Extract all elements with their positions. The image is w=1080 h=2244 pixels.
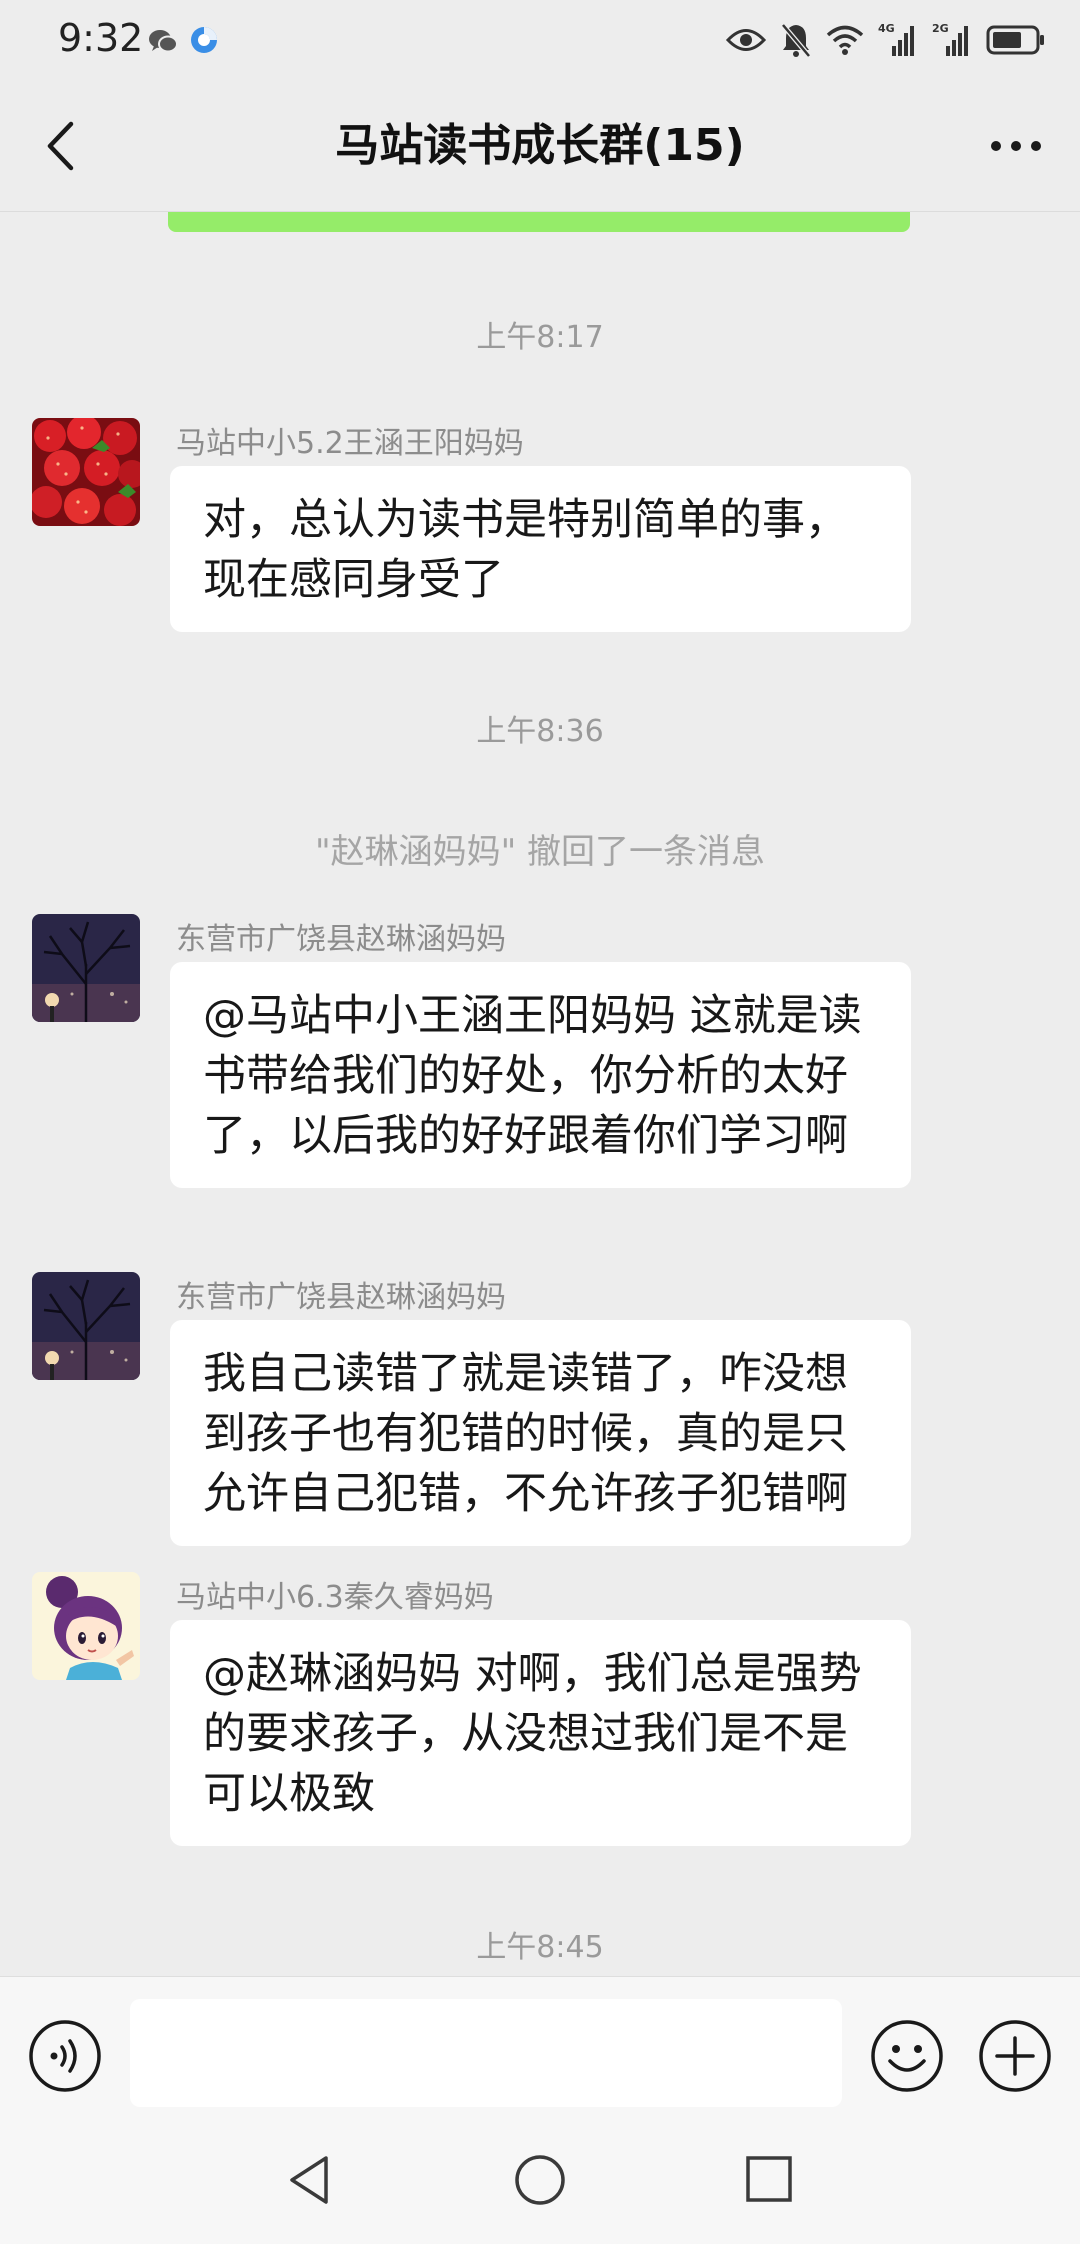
message-bubble[interactable]: 我自己读错了就是读错了，咋没想到孩子也有犯错的时候，真的是只允许自己犯错，不允许…: [170, 1320, 911, 1546]
message-bubble[interactable]: 对，总认为读书是特别简单的事，现在感同身受了: [170, 466, 911, 632]
strawberry-avatar[interactable]: [32, 418, 140, 526]
sender-name: 马站中小5.2王涵王阳妈妈: [176, 426, 524, 461]
message-input-bar: [0, 1976, 1080, 2116]
status-time: 9:32: [58, 16, 144, 60]
timestamp: 上午8:36: [476, 714, 604, 749]
svg-text:4G: 4G: [878, 22, 895, 35]
night-tree-avatar[interactable]: [32, 1272, 140, 1380]
emoji-button[interactable]: [870, 2019, 944, 2093]
recall-notice: "赵琳涵妈妈" 撤回了一条消息: [314, 832, 766, 872]
browser-icon: [190, 26, 218, 53]
wifi-icon: [826, 24, 864, 56]
more-functions-button[interactable]: [978, 2019, 1052, 2093]
sender-name: 东营市广饶县赵琳涵妈妈: [176, 922, 506, 957]
message-bubble[interactable]: @赵琳涵妈妈 对啊，我们总是强势的要求孩子，从没想过我们是不是可以极致: [170, 1620, 911, 1846]
nav-recent-button[interactable]: [744, 2154, 794, 2204]
mute-bell-icon: [780, 22, 812, 58]
eye-icon: [726, 27, 766, 53]
nav-home-icon: [515, 2155, 565, 2205]
signal-4g-icon: 4G: [878, 22, 918, 58]
status-bar: 9:32 4G 2G: [0, 0, 1080, 82]
voice-input-icon: [29, 2020, 101, 2092]
wechat-group-chat-screen: 9:32 4G 2G 马站读书成长群(15) 上午8:17 马站中小5.2王涵王…: [0, 0, 1080, 2244]
emoji-icon: [871, 2020, 943, 2092]
svg-text:2G: 2G: [932, 22, 949, 35]
sender-name: 马站中小6.3秦久睿妈妈: [176, 1580, 494, 1615]
nav-recent-icon: [746, 2156, 792, 2202]
more-options-button[interactable]: [980, 122, 1052, 170]
plus-circle-icon: [979, 2020, 1051, 2092]
status-icons: 4G 2G: [726, 18, 1046, 62]
timestamp: 上午8:45: [476, 1930, 604, 1965]
own-message-bubble-partial[interactable]: [168, 212, 910, 232]
nav-back-icon: [290, 2156, 328, 2204]
chat-message-list[interactable]: 上午8:17 马站中小5.2王涵王阳妈妈 对，总认为读书是特别简单的事，现在感同…: [0, 212, 1080, 1976]
wechat-icon: [148, 28, 178, 54]
voice-input-button[interactable]: [28, 2019, 102, 2093]
system-navigation-bar: [0, 2116, 1080, 2244]
battery-icon: [986, 24, 1046, 56]
chat-title: 马站读书成长群(15): [335, 120, 745, 171]
message-text-field[interactable]: [130, 1999, 842, 2107]
chat-header: 马站读书成长群(15): [0, 82, 1080, 212]
cartoon-girl-avatar[interactable]: [32, 1572, 140, 1680]
message-bubble[interactable]: @马站中小王涵王阳妈妈 这就是读书带给我们的好处，你分析的太好了，以后我的好好跟…: [170, 962, 911, 1188]
nav-home-button[interactable]: [512, 2152, 568, 2208]
signal-2g-icon: 2G: [932, 22, 972, 58]
more-dots-icon: [991, 141, 1041, 151]
nav-back-button[interactable]: [282, 2152, 338, 2208]
timestamp: 上午8:17: [476, 320, 604, 355]
night-tree-avatar[interactable]: [32, 914, 140, 1022]
sender-name: 东营市广饶县赵琳涵妈妈: [176, 1280, 506, 1315]
